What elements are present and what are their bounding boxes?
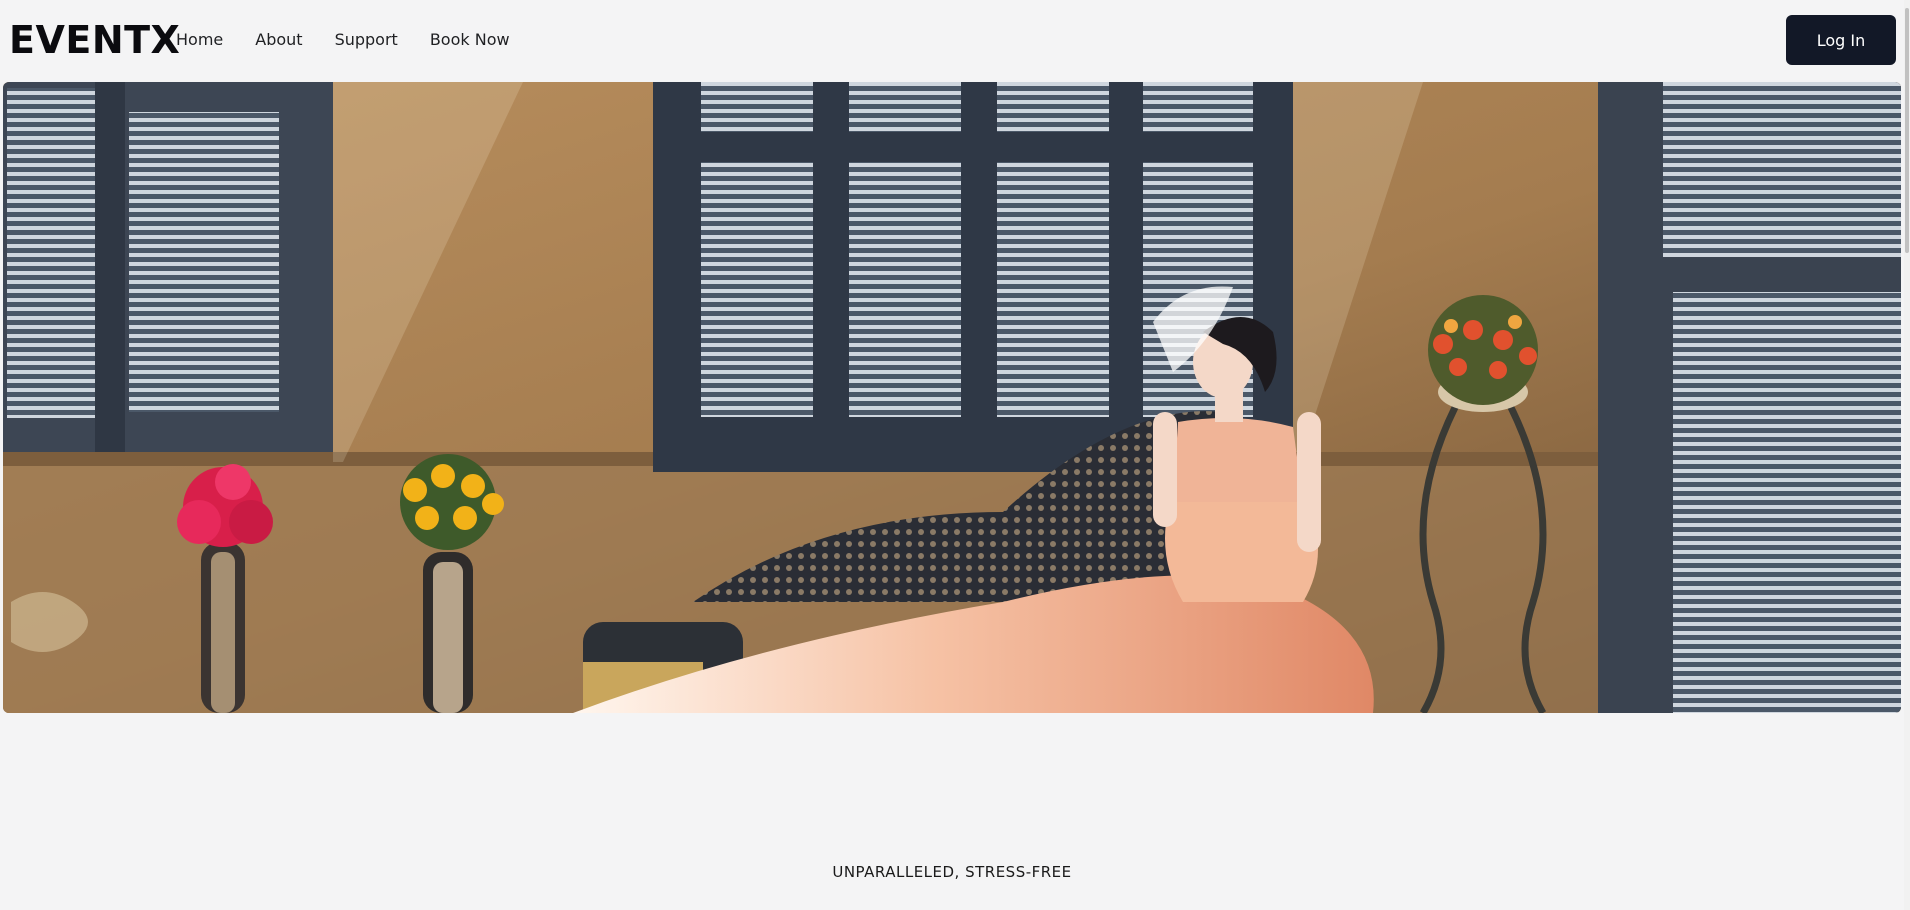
navbar: EVENTX Home About Support Book Now Log I… [0,0,1910,80]
page-scrollbar[interactable] [1904,0,1910,910]
page: EVENTX Home About Support Book Now Log I… [0,0,1910,910]
nav-book-now-link[interactable]: Book Now [430,30,510,49]
hero-image [3,82,1901,713]
scrollbar-thumb[interactable] [1905,8,1909,253]
login-button[interactable]: Log In [1786,15,1896,65]
nav-about-link[interactable]: About [255,30,302,49]
section-tagline: UNPARALLELED, STRESS-FREE [832,863,1072,881]
nav-support-link[interactable]: Support [335,30,398,49]
brand-logo[interactable]: EVENTX [9,18,180,62]
main-nav: Home About Support Book Now [176,30,542,49]
hero-illustration [3,82,1901,713]
nav-home-link[interactable]: Home [176,30,223,49]
